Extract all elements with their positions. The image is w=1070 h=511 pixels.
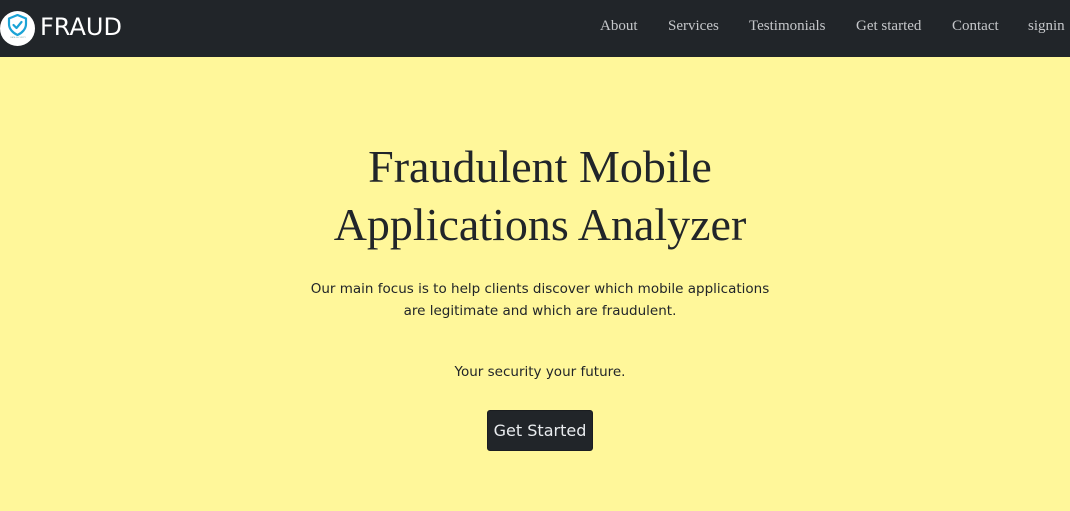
hero-tagline: Your security your future. [454,364,626,380]
nav-link-services[interactable]: Services [668,17,719,35]
shield-check-icon [7,14,28,36]
get-started-button[interactable]: Get Started [487,410,593,451]
hero-title: Fraudulent Mobile Applications Analyzer [333,141,747,250]
nav-link-signin[interactable]: signin [1028,17,1065,35]
nav-link-testimonials[interactable]: Testimonials [749,17,825,35]
nav-link-contact[interactable]: Contact [952,17,999,35]
logo-caption: DATA SECURITY [10,37,26,39]
brand-logo[interactable]: DATA SECURITY [0,11,35,46]
brand-name[interactable]: FRAUD [40,12,122,42]
hero-description: Our main focus is to help clients discov… [310,281,770,319]
nav-link-get-started[interactable]: Get started [856,17,921,35]
nav-link-about[interactable]: About [600,17,638,35]
top-navbar: DATA SECURITY FRAUD About Services Testi… [0,0,1070,57]
